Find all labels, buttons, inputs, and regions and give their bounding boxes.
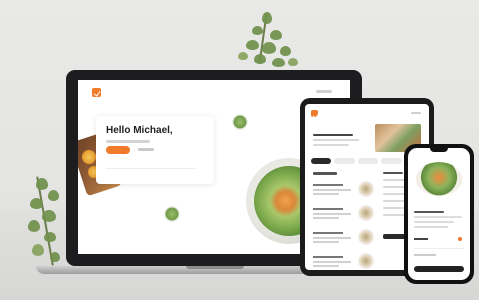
primary-cta-button[interactable] — [106, 146, 130, 154]
menu-item[interactable] — [313, 230, 377, 252]
greeting-card: Hello Michael, — [96, 116, 214, 184]
menu-item[interactable] — [313, 206, 377, 228]
tab[interactable] — [334, 158, 355, 164]
greeting-title: Hello Michael, — [106, 125, 173, 136]
tab[interactable] — [357, 158, 379, 164]
tab[interactable] — [381, 158, 402, 164]
orange-slice — [82, 150, 96, 164]
divider — [414, 248, 464, 249]
add-to-order-button[interactable] — [414, 266, 464, 272]
nav-account-link[interactable] — [316, 90, 332, 93]
dish-description — [414, 211, 462, 231]
section-heading — [313, 172, 337, 175]
salad-bowl-photo — [416, 162, 462, 196]
secondary-link[interactable] — [138, 148, 154, 151]
small-salad-bowl — [232, 114, 248, 130]
tab-active[interactable] — [311, 158, 332, 164]
menu-item[interactable] — [313, 254, 377, 270]
greeting-subtitle — [106, 140, 150, 143]
laptop-hinge — [186, 266, 244, 269]
phone-screen — [408, 148, 470, 280]
tablet-intro-text — [313, 134, 359, 149]
check-logo-icon — [92, 88, 101, 97]
divider — [106, 168, 196, 169]
dish-price — [414, 238, 428, 240]
nav-link[interactable] — [411, 112, 421, 114]
note-text — [414, 254, 436, 256]
quantity-add-icon[interactable] — [458, 237, 462, 241]
check-logo-icon — [311, 110, 318, 117]
phone-notch — [430, 148, 448, 152]
small-salad-bowl — [164, 206, 180, 222]
menu-item[interactable] — [313, 182, 377, 204]
